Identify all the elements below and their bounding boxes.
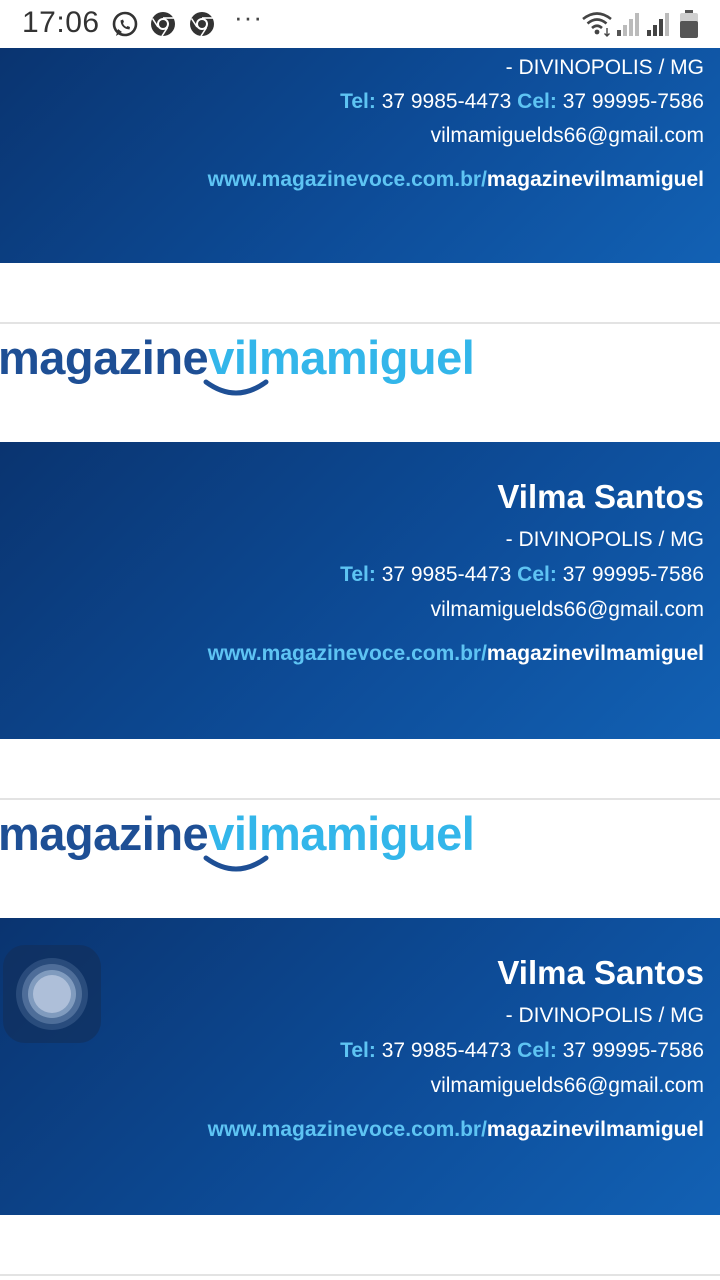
- cel-number[interactable]: 37 99995-7586: [563, 563, 704, 586]
- tel-label: Tel:: [340, 1039, 376, 1062]
- divider: [0, 798, 720, 800]
- assistant-floating-button[interactable]: [3, 945, 101, 1043]
- more-notifications-icon: ···: [234, 2, 263, 32]
- card-website-link[interactable]: www.magazinevoce.com.br/magazinevilmamig…: [208, 642, 704, 666]
- status-time: 17:06: [22, 6, 100, 39]
- brand-logo: magazinevilmamiguel: [0, 806, 560, 886]
- contact-card: - DIVINOPOLIS / MG Tel: 37 9985-4473 Cel…: [0, 48, 720, 263]
- card-name: Vilma Santos: [497, 954, 704, 991]
- assistant-bubble-icon: [16, 958, 88, 1030]
- card-phones: Tel: 37 9985-4473 Cel: 37 99995-7586: [340, 90, 704, 114]
- card-email[interactable]: vilmamiguelds66@gmail.com: [431, 1074, 704, 1098]
- cel-number[interactable]: 37 99995-7586: [563, 1039, 704, 1062]
- card-city: - DIVINOPOLIS / MG: [505, 1004, 704, 1027]
- logo-part-vilmamiguel: vilmamiguel: [208, 807, 475, 860]
- signal-icon: [646, 12, 672, 41]
- cel-label: Cel:: [517, 563, 557, 586]
- card-city: - DIVINOPOLIS / MG: [505, 528, 704, 551]
- tel-number[interactable]: 37 9985-4473: [382, 563, 512, 586]
- tel-label: Tel:: [340, 563, 376, 586]
- card-phones: Tel: 37 9985-4473 Cel: 37 99995-7586: [340, 563, 704, 587]
- card-name: Vilma Santos: [497, 478, 704, 515]
- divider: [0, 322, 720, 324]
- cel-label: Cel:: [517, 90, 557, 113]
- wifi-icon: [580, 10, 614, 43]
- divider: [0, 1274, 720, 1276]
- cel-number[interactable]: 37 99995-7586: [563, 90, 704, 113]
- website-base: www.magazinevoce.com.br/: [207, 168, 487, 191]
- contact-card: Vilma Santos - DIVINOPOLIS / MG Tel: 37 …: [0, 918, 720, 1215]
- card-website-link[interactable]: www.magazinevoce.com.br/magazinevilmamig…: [208, 1118, 704, 1142]
- card-phones: Tel: 37 9985-4473 Cel: 37 99995-7586: [340, 1039, 704, 1063]
- website-path: magazinevilmamiguel: [486, 1118, 704, 1141]
- chrome-icon: [188, 10, 216, 43]
- website-path: magazinevilmamiguel: [486, 168, 704, 191]
- website-base: www.magazinevoce.com.br/: [207, 1118, 487, 1141]
- website-path: magazinevilmamiguel: [486, 642, 704, 665]
- tel-label: Tel:: [340, 90, 376, 113]
- card-website-link[interactable]: www.magazinevoce.com.br/magazinevilmamig…: [208, 168, 704, 192]
- brand-logo: magazinevilmamiguel: [0, 330, 560, 410]
- chrome-icon: [149, 10, 177, 43]
- signal-icon: [616, 12, 642, 41]
- card-email[interactable]: vilmamiguelds66@gmail.com: [431, 124, 704, 148]
- logo-smile-icon: [203, 855, 269, 872]
- card-city: - DIVINOPOLIS / MG: [505, 56, 704, 79]
- battery-icon: [679, 10, 699, 43]
- logo-part-vilmamiguel: vilmamiguel: [208, 331, 475, 384]
- status-bar: 17:06 ···: [0, 0, 720, 48]
- screen: 17:06 ··· - DIVINOPOLIS / MG Tel: 37 998…: [0, 0, 720, 1280]
- logo-smile-icon: [203, 379, 269, 396]
- tel-number[interactable]: 37 9985-4473: [382, 90, 512, 113]
- tel-number[interactable]: 37 9985-4473: [382, 1039, 512, 1062]
- website-base: www.magazinevoce.com.br/: [207, 642, 487, 665]
- logo-part-magazine: magazine: [0, 807, 209, 860]
- card-email[interactable]: vilmamiguelds66@gmail.com: [431, 598, 704, 622]
- whatsapp-icon: [110, 10, 140, 45]
- contact-card: Vilma Santos - DIVINOPOLIS / MG Tel: 37 …: [0, 442, 720, 739]
- logo-part-magazine: magazine: [0, 331, 209, 384]
- cel-label: Cel:: [517, 1039, 557, 1062]
